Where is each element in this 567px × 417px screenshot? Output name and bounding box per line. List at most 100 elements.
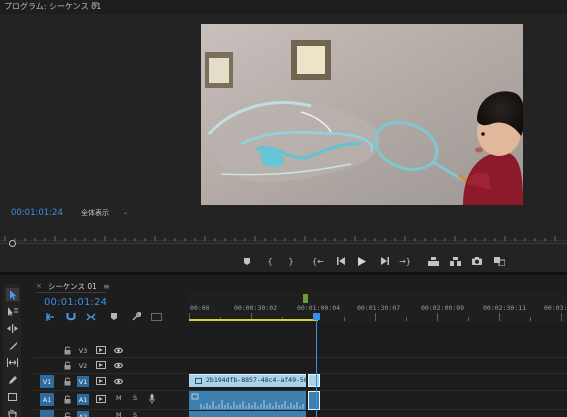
selection-arrow-icon xyxy=(9,289,16,300)
snap-button[interactable] xyxy=(65,311,76,322)
captions-icon xyxy=(150,312,162,321)
solo-button-a2[interactable]: S xyxy=(133,411,137,417)
eye-icon[interactable] xyxy=(114,378,123,385)
marker-icon xyxy=(244,257,250,265)
timeline-playhead-line[interactable] xyxy=(316,314,317,417)
mark-out-button[interactable]: } xyxy=(284,254,298,268)
audio-clip[interactable] xyxy=(189,391,306,410)
nest-icon xyxy=(45,312,54,321)
video-clip-selected[interactable] xyxy=(308,374,320,387)
eye-icon[interactable] xyxy=(114,362,123,369)
track-name-v3[interactable]: V3 xyxy=(77,345,89,356)
tab-underline xyxy=(36,292,106,293)
go-to-in-button[interactable]: {← xyxy=(311,254,325,268)
track-header-a1: A1 A1 M S xyxy=(34,392,189,408)
audio-clip-selected[interactable] xyxy=(308,391,320,410)
slip-icon xyxy=(7,358,18,367)
camera-icon xyxy=(472,257,482,265)
film-icon[interactable] xyxy=(96,361,106,369)
hand-icon xyxy=(8,409,17,417)
mark-out-icon: } xyxy=(288,256,294,266)
ruler-label: 00:00:30:02 xyxy=(234,304,278,312)
monitor-time-ruler[interactable] xyxy=(0,228,567,242)
tools-panel xyxy=(3,284,21,417)
track-header-v1: V1 V1 xyxy=(34,374,189,390)
source-patch-a1[interactable]: A1 xyxy=(40,393,54,406)
ruler-label: 00:01:30:07 xyxy=(357,304,401,312)
linked-selection-button[interactable] xyxy=(85,311,96,322)
ruler-label: 00:03:0 xyxy=(544,304,567,312)
track-select-tool[interactable] xyxy=(6,305,19,318)
solo-button-a1[interactable]: S xyxy=(133,394,137,402)
monitor-timecode[interactable]: 00:01:01:24 xyxy=(11,208,63,218)
nest-toggle-button[interactable] xyxy=(44,311,55,322)
lock-icon[interactable] xyxy=(64,395,71,404)
zoom-level-select[interactable]: 全体表示 ⌄ xyxy=(78,207,131,218)
export-frame-button[interactable] xyxy=(470,254,484,268)
ripple-edit-tool[interactable] xyxy=(6,322,19,335)
program-video-frame[interactable] xyxy=(201,24,523,205)
wrench-icon xyxy=(132,311,141,320)
clip-fx-icon xyxy=(195,378,202,384)
track-name-v1[interactable]: V1 xyxy=(77,376,89,387)
video-frame-image xyxy=(201,24,523,205)
film-icon[interactable] xyxy=(96,346,106,354)
timeline-playhead[interactable] xyxy=(313,313,320,320)
track-select-icon xyxy=(7,307,18,316)
timeline-settings-button[interactable] xyxy=(130,311,141,322)
add-marker-button[interactable] xyxy=(240,254,254,268)
tab-menu-icon[interactable]: ≡ xyxy=(103,282,110,291)
close-icon[interactable]: × xyxy=(36,282,42,290)
selection-tool[interactable] xyxy=(6,288,19,301)
track-name-a2[interactable]: A2 xyxy=(77,411,89,417)
ruler-label: 00:00 xyxy=(190,304,210,312)
step-back-button[interactable] xyxy=(334,254,348,268)
razor-tool[interactable] xyxy=(6,339,19,352)
source-patch-a2[interactable] xyxy=(40,410,54,417)
lock-icon[interactable] xyxy=(64,412,71,417)
slip-tool[interactable] xyxy=(6,356,19,369)
step-forward-button[interactable] xyxy=(377,254,391,268)
track-name-v2[interactable]: V2 xyxy=(77,360,89,371)
captions-button[interactable] xyxy=(150,311,162,322)
rectangle-tool[interactable] xyxy=(6,390,19,403)
marker-icon xyxy=(110,313,117,320)
sync-lock-icon[interactable] xyxy=(96,395,106,403)
magnet-icon xyxy=(66,312,75,320)
rectangle-icon xyxy=(8,392,17,401)
in-out-range-bar[interactable] xyxy=(189,319,318,321)
track-name-a1[interactable]: A1 xyxy=(77,394,89,405)
play-button[interactable] xyxy=(355,254,369,268)
extract-button[interactable] xyxy=(448,254,462,268)
window-left xyxy=(205,52,233,88)
monitor-menu-icon[interactable]: ≡ xyxy=(91,0,99,10)
hand-tool[interactable] xyxy=(6,407,19,417)
eye-icon[interactable] xyxy=(114,347,123,354)
panel-divider[interactable] xyxy=(0,272,567,275)
work-area-marker[interactable] xyxy=(303,294,308,303)
step-forward-icon xyxy=(380,257,389,265)
ripple-edit-icon xyxy=(7,324,18,333)
window-center xyxy=(291,40,331,80)
lift-button[interactable] xyxy=(426,254,440,268)
monitor-title[interactable]: プログラム: シーケンス 01 xyxy=(4,1,101,12)
audio-clip-a2[interactable] xyxy=(189,411,306,417)
comparison-view-button[interactable] xyxy=(492,254,506,268)
mute-button-a1[interactable]: M xyxy=(116,394,122,402)
pen-tool[interactable] xyxy=(6,373,19,386)
tab-label: シーケンス 01 xyxy=(47,281,97,291)
add-marker-timeline-button[interactable] xyxy=(108,311,119,322)
source-patch-v1[interactable]: V1 xyxy=(40,375,54,388)
lock-icon[interactable] xyxy=(64,346,71,355)
tab-sequence-01[interactable]: × シーケンス 01 ≡ xyxy=(36,280,110,292)
mark-in-button[interactable]: { xyxy=(263,254,277,268)
lock-icon[interactable] xyxy=(64,361,71,370)
mute-button-a2[interactable]: M xyxy=(116,411,122,417)
timeline-timecode[interactable]: 00:01:01:24 xyxy=(44,297,107,308)
video-clip[interactable]: 2b194dfb-8857-48c4-af49-56e7 xyxy=(189,374,316,387)
film-icon[interactable] xyxy=(96,377,106,385)
microphone-icon[interactable] xyxy=(149,394,155,404)
lock-icon[interactable] xyxy=(64,377,71,386)
monitor-playhead[interactable] xyxy=(9,240,16,247)
go-to-out-button[interactable]: →} xyxy=(398,254,412,268)
